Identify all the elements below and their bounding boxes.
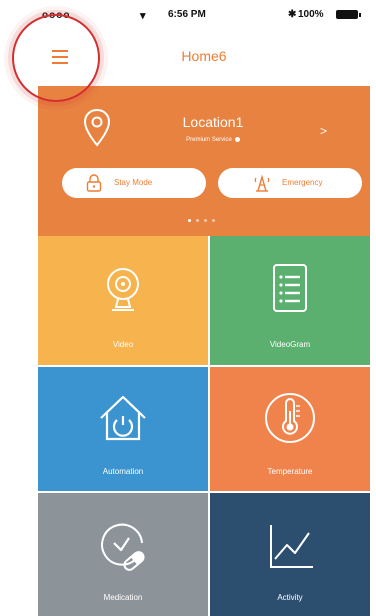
tile-automation[interactable]: Automation: [38, 367, 208, 491]
webcam-icon: [107, 268, 139, 311]
emergency-tower-icon: [254, 174, 270, 192]
page-dot: [188, 219, 191, 222]
service-status-dot: [234, 137, 240, 142]
tile-temperature[interactable]: Temperature: [210, 367, 370, 491]
location-selector[interactable]: Location1 Premium Service >: [38, 86, 370, 150]
status-time: 6:56 PM: [168, 9, 206, 20]
location-name: Location1: [182, 114, 244, 130]
tile-video[interactable]: Video: [38, 236, 208, 365]
emergency-button[interactable]: Emergency: [218, 168, 362, 198]
service-tier: Premium Service: [128, 137, 298, 143]
thermometer-icon: [265, 393, 315, 443]
tile-label: Automation: [102, 467, 144, 476]
service-tier-label: Premium Service: [186, 137, 232, 144]
page-indicator: [188, 219, 228, 225]
signal-indicator: oooo: [42, 10, 71, 21]
page-title: Home6: [181, 48, 227, 64]
nav-bar: Home6: [38, 28, 370, 86]
app-screen: oooo ▾ 6:56 PM ✱ 100% Home6 Location1 Pr…: [0, 0, 376, 616]
page-dot: [204, 219, 207, 222]
activity-chart-icon: [270, 525, 313, 568]
stay-mode-label: Stay Mode: [114, 178, 153, 187]
tile-label: Video: [112, 340, 134, 349]
status-bar: oooo ▾ 6:56 PM ✱ 100%: [38, 0, 370, 28]
page-dot: [212, 219, 215, 222]
phone-frame: oooo ▾ 6:56 PM ✱ 100% Home6 Location1 Pr…: [38, 0, 370, 616]
wifi-icon: ▾: [140, 10, 146, 22]
tile-activity[interactable]: Activity: [210, 493, 370, 616]
stay-mode-button[interactable]: Stay Mode: [62, 168, 206, 198]
tile-label: Temperature: [267, 467, 313, 476]
bluetooth-icon: ✱: [288, 9, 297, 20]
tile-label: Medication: [103, 593, 143, 602]
chevron-right-icon: >: [320, 124, 328, 138]
page-dot: [196, 219, 199, 222]
tile-videogram[interactable]: VideoGram: [210, 236, 370, 365]
video-list-icon: [273, 264, 307, 312]
tile-label: VideoGram: [269, 340, 311, 349]
battery-icon: [336, 10, 361, 19]
tile-medication[interactable]: Medication: [38, 493, 208, 616]
location-pin-icon: [83, 108, 111, 147]
tile-label: Activity: [277, 593, 303, 602]
feature-grid: Video VideoGram Automation Temperature M…: [38, 236, 370, 616]
emergency-label: Emergency: [282, 178, 323, 187]
home-power-icon: [100, 395, 146, 441]
lock-icon: [86, 174, 102, 192]
location-panel: Location1 Premium Service > Stay Mode Em…: [38, 86, 370, 236]
battery-percent: 100%: [298, 9, 324, 20]
medication-clock-icon: [101, 523, 145, 571]
